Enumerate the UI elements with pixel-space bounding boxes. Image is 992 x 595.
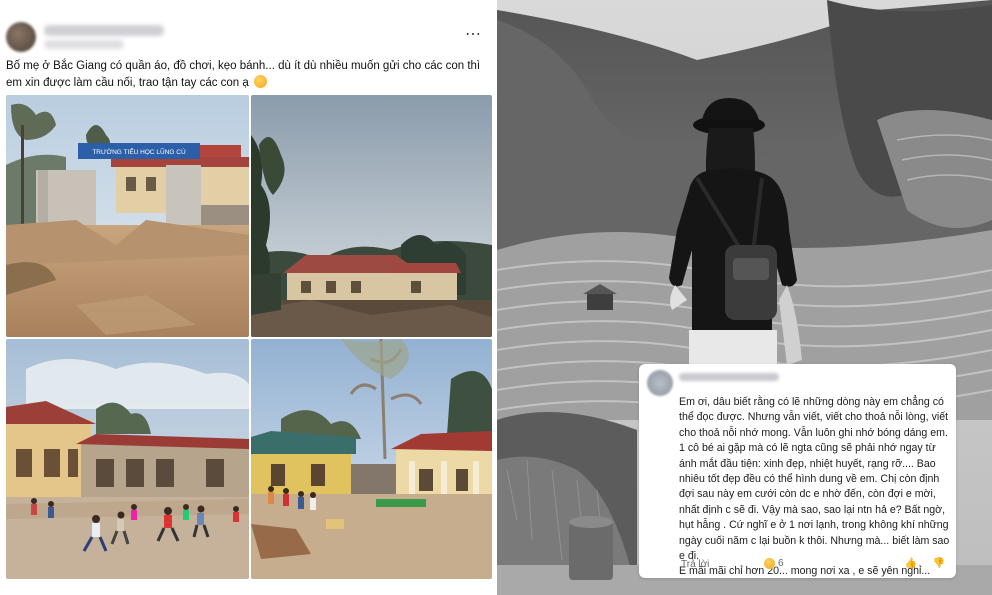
post-header: ⋯ <box>6 22 486 54</box>
children-playing-image <box>6 339 249 579</box>
reaction-count: 6 <box>778 558 784 569</box>
author-name-blurred[interactable] <box>44 25 164 36</box>
reply-button[interactable]: Trả lời <box>681 559 709 570</box>
author-avatar[interactable] <box>6 22 36 52</box>
school-hills-image <box>251 95 492 337</box>
more-options-button[interactable]: ⋯ <box>465 24 482 44</box>
thumbs-up-icon[interactable]: 👍 <box>905 558 917 569</box>
facebook-post: ⋯ Bố mẹ ở Bắc Giang có quần áo, đồ chơi,… <box>0 0 497 595</box>
comment-text: Em ơi, dâu biết rằng có lẽ những dòng nà… <box>679 395 951 580</box>
post-photo-school-gate[interactable]: TRƯỜNG TIỂU HỌC LŨNG CÚ <box>6 95 249 337</box>
school-gate-image: TRƯỜNG TIỂU HỌC LŨNG CÚ <box>6 95 249 337</box>
thumbs-down-icon[interactable]: 👎 <box>933 558 945 569</box>
comment-footer: Trả lời 6 👍 👎 <box>679 558 951 572</box>
caption-text: Bố mẹ ở Bắc Giang có quần áo, đồ chơi, k… <box>6 60 481 89</box>
post-photo-school-hills[interactable] <box>251 95 492 337</box>
courtyard-image <box>251 339 492 579</box>
reaction-summary[interactable]: 6 <box>764 558 784 569</box>
comment-card: Em ơi, dâu biết rằng có lẽ những dòng nà… <box>639 364 956 578</box>
comment-body: Em ơi, dâu biết rằng có lẽ những dòng nà… <box>679 396 950 563</box>
smiling-face-with-hearts-icon <box>254 75 268 88</box>
post-meta-blurred <box>44 40 124 49</box>
post-photo-courtyard[interactable] <box>251 339 492 579</box>
sad-reaction-icon <box>764 558 775 569</box>
post-caption: Bố mẹ ở Bắc Giang có quần áo, đồ chơi, k… <box>6 58 491 92</box>
commenter-name-blurred[interactable] <box>679 373 779 381</box>
commenter-avatar[interactable] <box>647 370 673 396</box>
school-sign-text: TRƯỜNG TIỂU HỌC LŨNG CÚ <box>92 147 186 156</box>
post-photo-children-playing[interactable] <box>6 339 249 579</box>
